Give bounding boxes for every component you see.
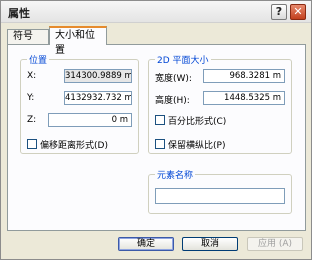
ok-button[interactable]: 确定 [118, 237, 174, 251]
element-name-input[interactable] [155, 188, 285, 204]
height-label: 高度(H): [155, 96, 190, 106]
close-button[interactable]: ✕ [290, 4, 306, 20]
height-field[interactable]: 1448.5325 m [203, 91, 285, 105]
keep-aspect-label: 保留横纵比(P) [168, 141, 226, 151]
percent-checkbox[interactable] [155, 115, 165, 125]
position-group-title: 位置 [27, 53, 50, 66]
z-field[interactable]: 0 m [48, 113, 132, 127]
x-label: X: [27, 71, 37, 81]
width-field[interactable]: 968.3281 m [203, 69, 285, 83]
tab-symbol[interactable]: 符号 [7, 29, 49, 45]
x-field[interactable]: 314300.9889 m [64, 69, 132, 83]
help-button[interactable]: ? [271, 4, 287, 20]
y-field[interactable]: 4132932.732 m [64, 91, 132, 105]
tab-size-position[interactable]: 大小和位置 [49, 26, 107, 56]
size-group-title: 2D 平面大小 [155, 53, 211, 66]
apply-button[interactable]: 应用 (A) [247, 237, 303, 251]
keep-aspect-checkbox[interactable] [155, 139, 165, 149]
element-name-title: 元素名称 [155, 168, 196, 181]
offset-distance-label: 偏移距离形式(D) [40, 141, 108, 151]
y-label: Y: [27, 93, 35, 103]
offset-distance-checkbox[interactable] [27, 139, 37, 149]
percent-label: 百分比形式(C) [168, 117, 227, 127]
z-label: Z: [27, 115, 37, 125]
dialog-title: 属性 [8, 7, 30, 20]
cancel-button[interactable]: 取消 [182, 237, 238, 251]
width-label: 宽度(W): [155, 74, 192, 84]
title-bar[interactable]: 属性 ? ✕ [1, 1, 311, 23]
properties-dialog: 属性 ? ✕ 符号 大小和位置 位置 X: 314300.9889 m Y: 4… [0, 0, 312, 260]
